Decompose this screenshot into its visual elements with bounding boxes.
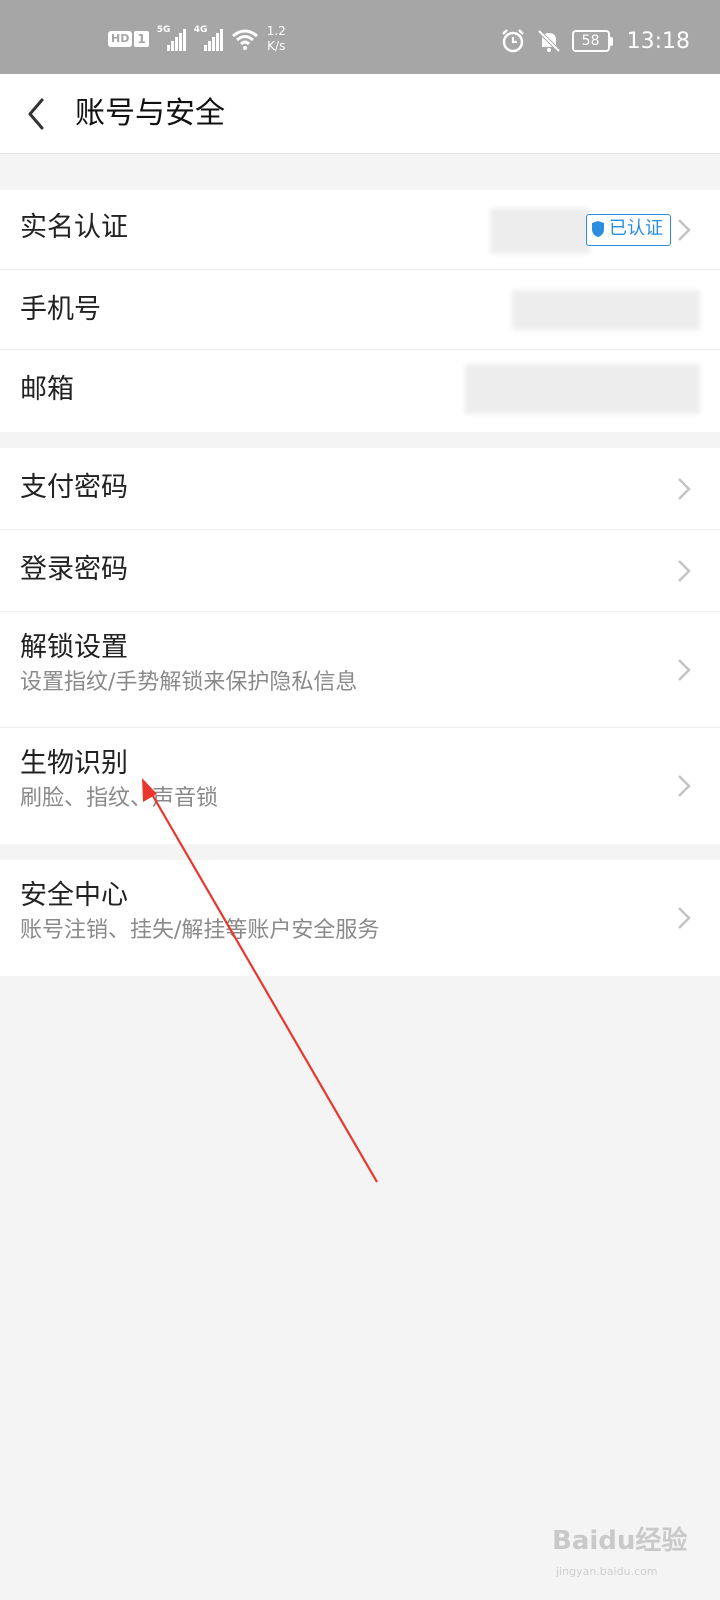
verified-badge: 已认证 <box>586 214 671 246</box>
phone-label: 手机号 <box>20 294 101 325</box>
security-center-sub: 账号注销、挂失/解挂等账户安全服务 <box>20 918 380 943</box>
net-speed: 1.2 K/s <box>267 24 286 54</box>
net1-label: 5G <box>156 25 171 35</box>
chevron-right-icon <box>678 560 691 582</box>
page-title: 账号与安全 <box>75 96 225 131</box>
verified-text: 已认证 <box>609 218 663 239</box>
app-header: 账号与安全 <box>0 74 720 154</box>
net2-label: 4G <box>193 25 208 35</box>
battery-icon: 58 <box>571 30 613 52</box>
masked-name <box>490 208 590 254</box>
masked-phone <box>512 290 700 330</box>
wifi-icon <box>231 29 258 50</box>
status-left: HD 1 5G 4G 1.2 K/s <box>108 24 286 54</box>
security-center-row[interactable]: 安全中心 账号注销、挂失/解挂等账户安全服务 <box>0 860 720 976</box>
status-bar: HD 1 5G 4G 1.2 K/s 58 13:18 <box>0 0 720 74</box>
unlock-sub: 设置指纹/手势解锁来保护隐私信息 <box>20 670 358 695</box>
real-name-row[interactable]: 实名认证 已认证 <box>0 190 720 270</box>
chevron-right-icon <box>678 907 691 929</box>
mute-bell-icon <box>537 29 561 53</box>
speed-unit: K/s <box>267 39 286 53</box>
chevron-right-icon <box>678 775 691 797</box>
sim-label: 1 <box>134 31 149 47</box>
back-arrow-icon[interactable] <box>22 94 52 134</box>
masked-email <box>465 364 700 414</box>
pay-password-row[interactable]: 支付密码 <box>0 448 720 530</box>
login-password-label: 登录密码 <box>20 554 128 585</box>
clock: 13:18 <box>626 28 690 54</box>
chevron-right-icon <box>678 219 691 241</box>
alarm-icon <box>501 29 524 53</box>
security-center-label: 安全中心 <box>20 880 128 911</box>
unlock-settings-row[interactable]: 解锁设置 设置指纹/手势解锁来保护隐私信息 <box>0 612 720 728</box>
account-info-group: 实名认证 已认证 手机号 邮箱 <box>0 190 720 432</box>
chevron-right-icon <box>678 478 691 500</box>
biometric-row[interactable]: 生物识别 刷脸、指纹、声音锁 <box>0 728 720 844</box>
hd-label: HD <box>108 31 133 47</box>
watermark-url: jingyan.baidu.com <box>556 1565 658 1578</box>
signal-4g-icon: 4G <box>193 25 223 51</box>
biometric-sub: 刷脸、指纹、声音锁 <box>20 786 219 811</box>
login-password-row[interactable]: 登录密码 <box>0 530 720 612</box>
password-security-group: 支付密码 登录密码 解锁设置 设置指纹/手势解锁来保护隐私信息 生物识别 刷脸、… <box>0 448 720 844</box>
battery-level: 58 <box>571 30 610 52</box>
shield-icon <box>592 221 604 237</box>
signal-5g-icon: 5G <box>156 25 186 51</box>
baidu-watermark: Baidu经验 <box>552 1526 688 1556</box>
biometric-label: 生物识别 <box>20 748 128 779</box>
pay-password-label: 支付密码 <box>20 472 128 503</box>
speed-value: 1.2 <box>266 24 286 38</box>
email-row[interactable]: 邮箱 <box>0 350 720 432</box>
real-name-label: 实名认证 <box>20 212 128 243</box>
email-label: 邮箱 <box>20 374 74 405</box>
chevron-right-icon <box>678 659 691 681</box>
phone-row[interactable]: 手机号 <box>0 270 720 350</box>
unlock-label: 解锁设置 <box>20 632 128 663</box>
hd-badge: HD 1 <box>108 31 149 47</box>
status-right: 58 13:18 <box>500 28 690 54</box>
security-center-group: 安全中心 账号注销、挂失/解挂等账户安全服务 <box>0 860 720 976</box>
